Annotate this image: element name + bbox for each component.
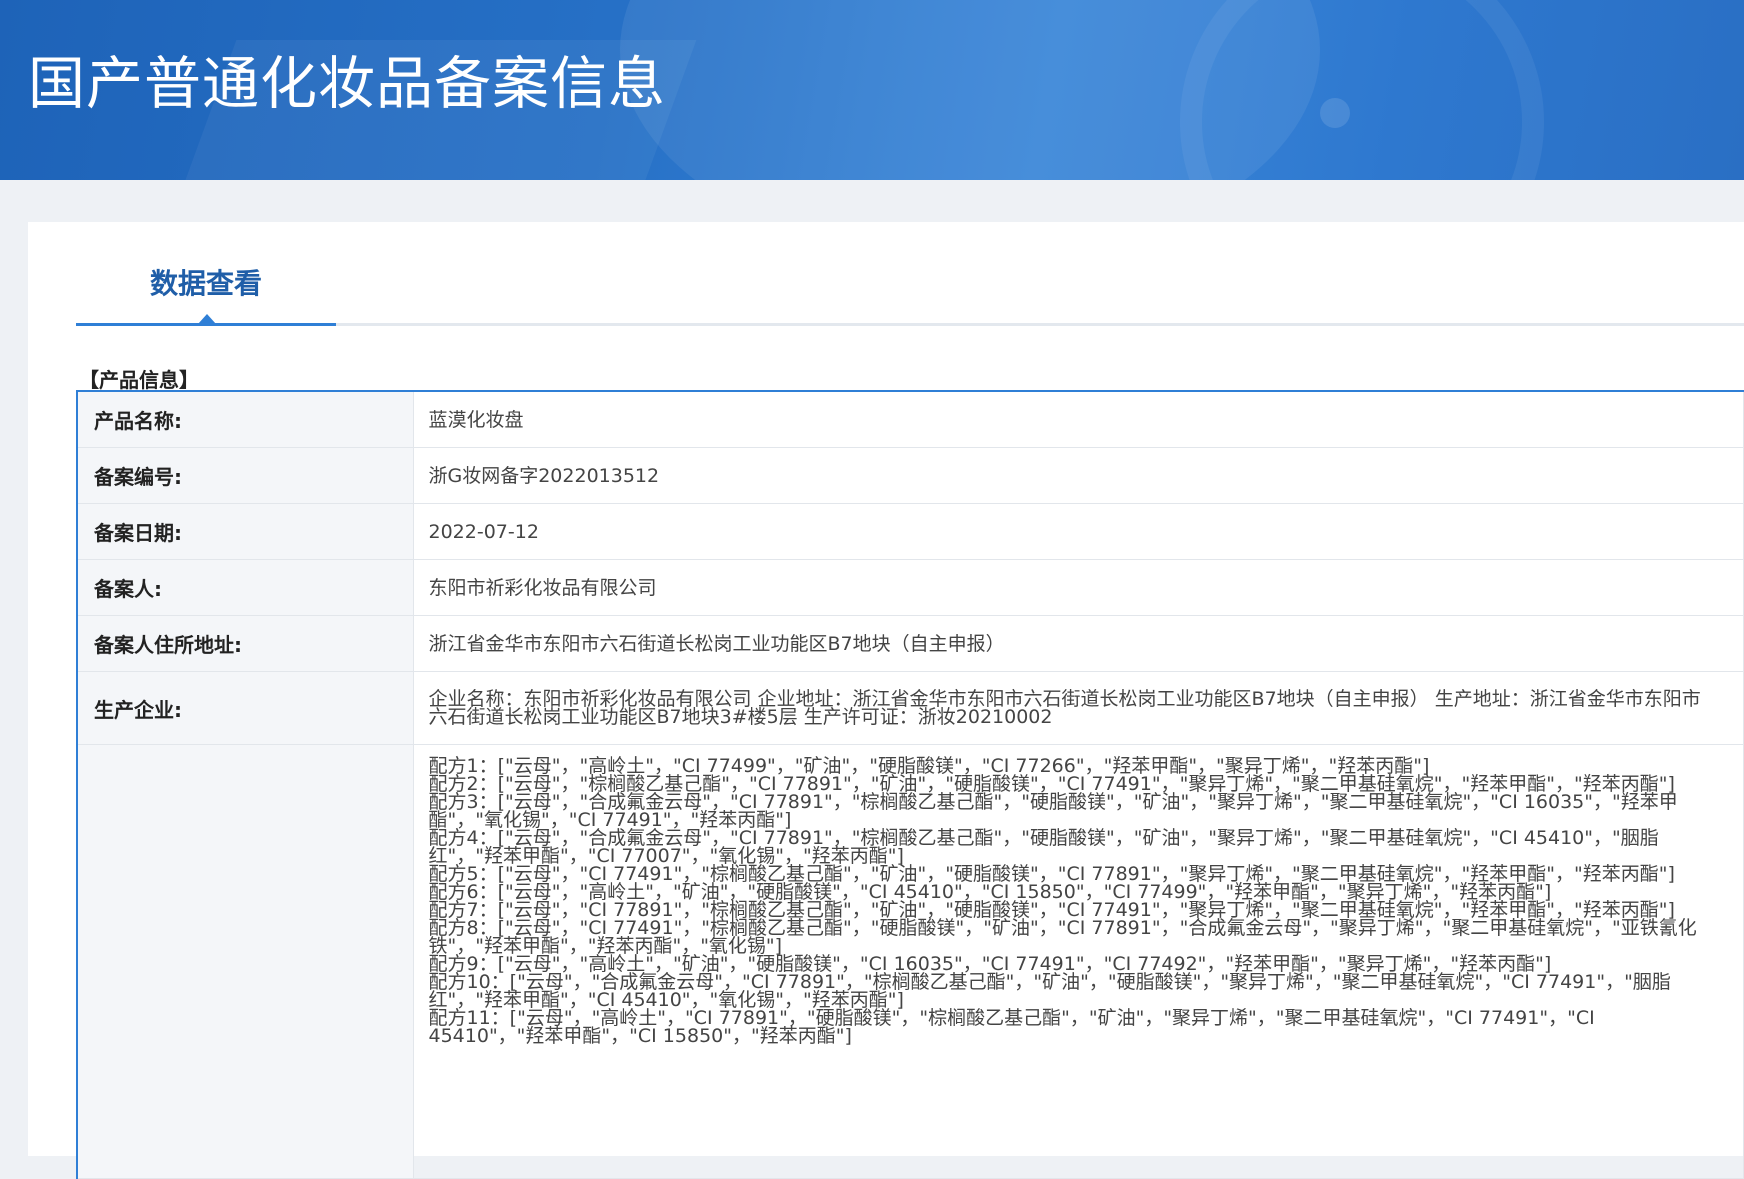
table-row: 备案人住所地址: 浙江省金华市东阳市六石街道长松岗工业功能区B7地块（自主申报） — [77, 615, 1744, 672]
field-label: 备案人: — [77, 559, 414, 616]
field-label: 备案人住所地址: — [77, 615, 414, 672]
tab-data-view[interactable]: 数据查看 — [76, 222, 336, 326]
tab-label: 数据查看 — [149, 267, 262, 300]
content-panel: 数据查看 【产品信息】 产品名称: 蓝漠化妆盘 备案编号: 浙G妆网备字2022… — [28, 222, 1744, 1179]
formula-line: 配方3：["云母"，"合成氟金云母"，"CI 77891"，"棕榈酸乙基己酯"，… — [428, 791, 1678, 831]
formula-line: 配方4：["云母"，"合成氟金云母"，"CI 77891"，"棕榈酸乙基己酯"，… — [428, 827, 1659, 867]
table-row: 产品名称: 蓝漠化妆盘 — [77, 391, 1744, 448]
field-label: 产品名称: — [77, 391, 414, 448]
banner-decoration — [1320, 98, 1350, 128]
field-label — [77, 744, 414, 1179]
field-value-product-name: 蓝漠化妆盘 — [413, 391, 1744, 448]
field-value-formulas: 配方1：["云母"，"高岭土"，"CI 77499"，"矿油"，"硬脂酸镁"，"… — [413, 744, 1744, 1179]
table-row: 配方1：["云母"，"高岭土"，"CI 77499"，"矿油"，"硬脂酸镁"，"… — [77, 744, 1744, 1179]
caret-up-icon — [198, 314, 216, 324]
field-label: 备案编号: — [77, 447, 414, 504]
field-value-manufacturer: 企业名称：东阳市祈彩化妆品有限公司 企业地址：浙江省金华市东阳市六石街道长松岗工… — [413, 671, 1744, 745]
field-label: 生产企业: — [77, 671, 414, 745]
table-row: 备案日期: 2022-07-12 — [77, 503, 1744, 560]
formula-line: 配方11：["云母"，"高岭土"，"CI 77891"，"硬脂酸镁"，"棕榈酸乙… — [428, 1007, 1595, 1047]
tab-bar: 数据查看 — [76, 222, 1744, 328]
banner-decoration — [1180, 0, 1544, 180]
product-info-table: 产品名称: 蓝漠化妆盘 备案编号: 浙G妆网备字2022013512 备案日期:… — [76, 390, 1744, 1179]
section-title: 【产品信息】 — [79, 368, 199, 392]
field-value-filer: 东阳市祈彩化妆品有限公司 — [413, 559, 1744, 616]
formula-line: 配方10：["云母"，"合成氟金云母"，"CI 77891"，"棕榈酸乙基己酯"… — [428, 971, 1671, 1011]
formula-line: 配方8：["云母"，"CI 77491"，"棕榈酸乙基己酯"，"硬脂酸镁"，"矿… — [428, 917, 1697, 957]
table-row: 生产企业: 企业名称：东阳市祈彩化妆品有限公司 企业地址：浙江省金华市东阳市六石… — [77, 671, 1744, 745]
header-banner: 国产普通化妆品备案信息 — [0, 0, 1744, 180]
field-value-filer-address: 浙江省金华市东阳市六石街道长松岗工业功能区B7地块（自主申报） — [413, 615, 1744, 672]
table-row: 备案人: 东阳市祈彩化妆品有限公司 — [77, 559, 1744, 616]
page-title: 国产普通化妆品备案信息 — [28, 51, 666, 117]
field-label: 备案日期: — [77, 503, 414, 560]
field-value-filing-date: 2022-07-12 — [413, 503, 1744, 560]
table-row: 备案编号: 浙G妆网备字2022013512 — [77, 447, 1744, 504]
field-value-filing-number: 浙G妆网备字2022013512 — [413, 447, 1744, 504]
